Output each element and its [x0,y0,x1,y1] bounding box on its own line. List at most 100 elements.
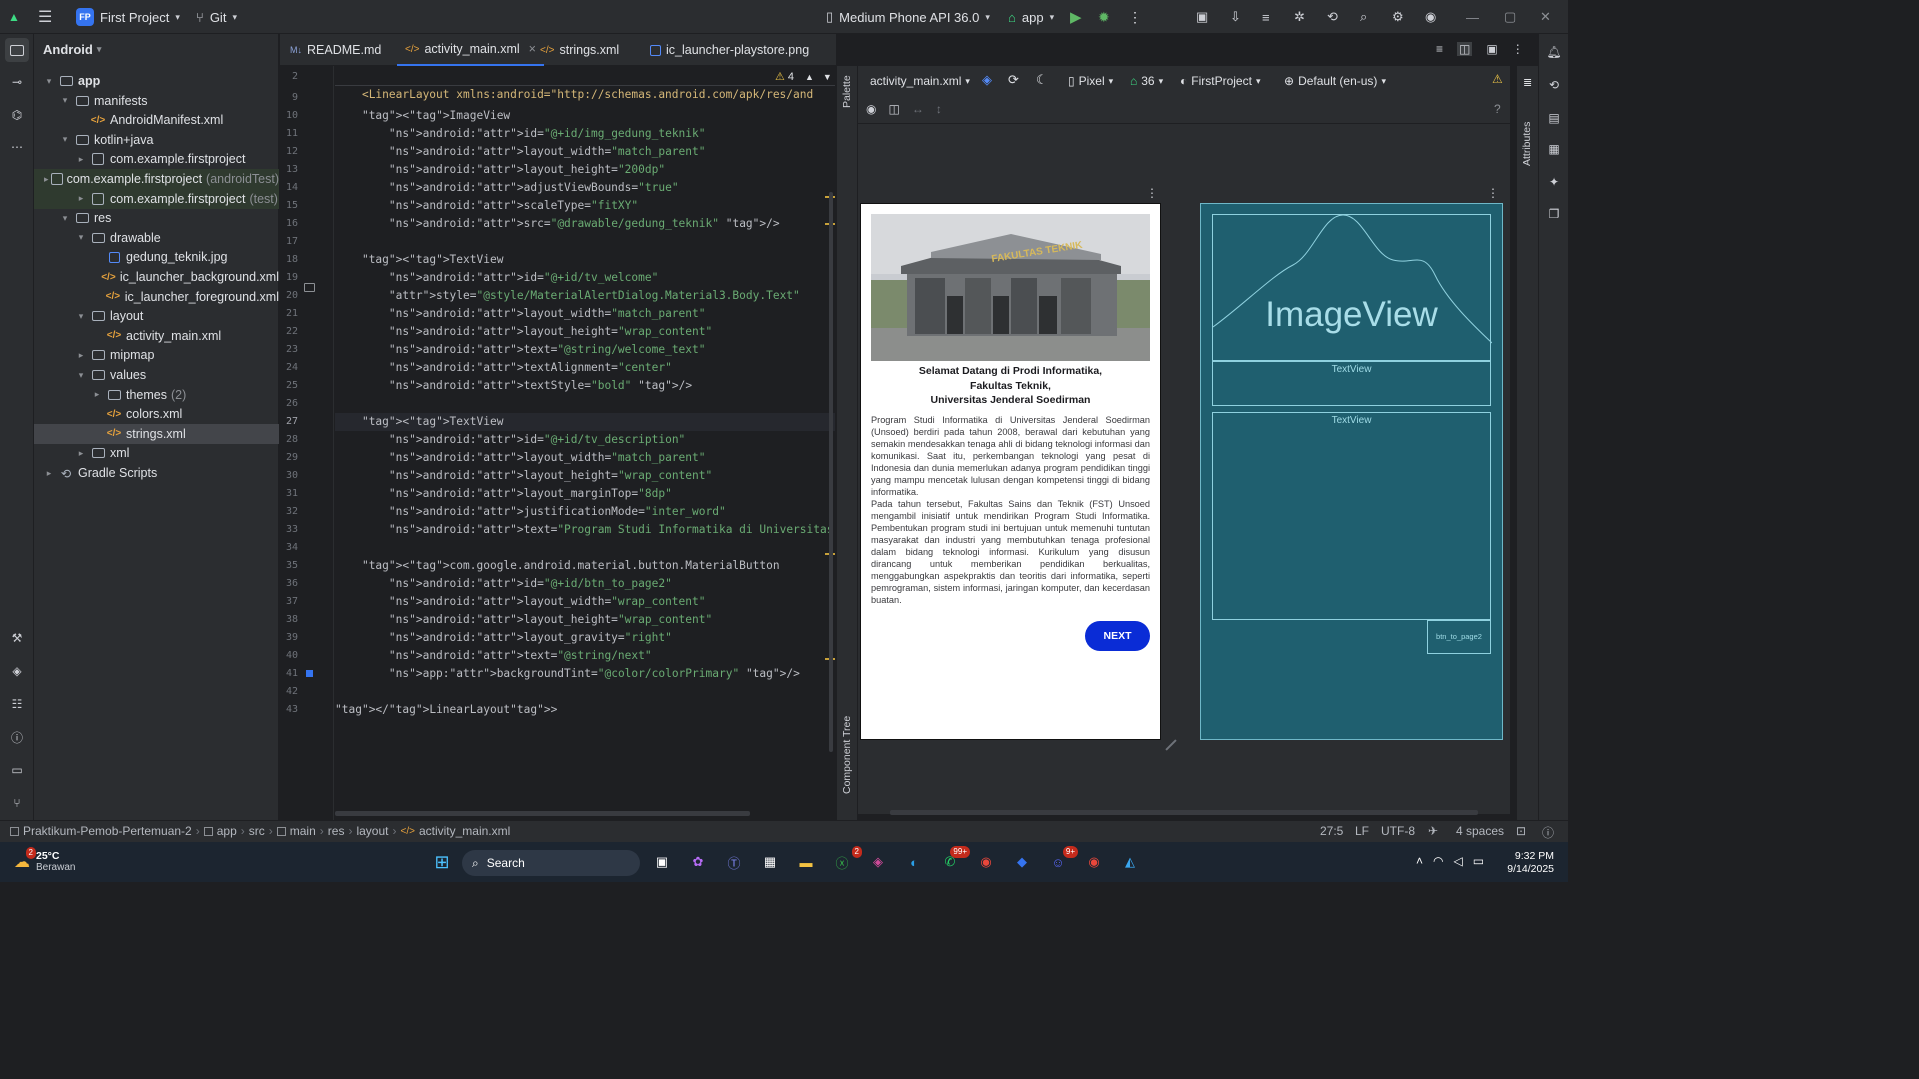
copilot-button[interactable]: ✿ [686,850,710,874]
maximize-button[interactable]: ▢ [1504,6,1516,28]
emulator-button[interactable]: ❐ [1542,202,1566,226]
logcat-tool-button[interactable]: ☷ [5,692,29,716]
volume-icon[interactable]: ◁ [1454,854,1463,868]
tab-readme[interactable]: M↓ README.md [282,34,389,66]
clock[interactable]: 9:32 PM 9/14/2025 [1500,850,1554,876]
code-line[interactable] [335,683,835,701]
code-line[interactable]: "ns">android:"attr">layout_width="wrap_c… [335,593,835,611]
tree-item[interactable]: ▸ com.example.firstproject (androidTest) [34,169,279,189]
build-tool-button[interactable]: ⚒ [5,626,29,650]
breadcrumb-item[interactable]: src [249,824,265,838]
code-line[interactable]: "ns">android:"attr">id="@+id/tv_descript… [335,431,835,449]
split-mode-icon[interactable]: ◫ [1457,42,1473,56]
close-window-button[interactable]: ✕ [1540,6,1551,28]
chevron-right-icon[interactable]: ▸ [74,350,88,361]
plugins-button[interactable]: ✲ [1294,6,1305,28]
building-image[interactable]: FAKULTAS TEKNIK [871,214,1150,361]
problems-tool-button[interactable]: ⓘ [5,725,29,749]
locale-selector[interactable]: ⊕ Default (en-us) ▾ [1284,74,1386,88]
tree-item[interactable]: </> AndroidManifest.xml [34,110,279,130]
account-button[interactable]: ◉ [1425,6,1436,28]
eye-icon[interactable]: ◉ [866,102,876,116]
chevron-right-icon[interactable]: ▸ [42,468,56,479]
more-vertical-icon[interactable]: ⋮ [1512,42,1524,56]
chevron-down-icon[interactable]: ▾ [42,76,56,87]
chrome-button[interactable]: ◉ [974,850,998,874]
code-line[interactable]: "ns">android:"attr">layout_height="wrap_… [335,611,835,629]
battery-icon[interactable]: ▭ [1473,854,1484,868]
tree-item[interactable]: ▸ xml [34,443,279,463]
api-selector[interactable]: ⌂ 36 ▾ [1130,74,1163,88]
preview-device-selector[interactable]: ▯ Pixel ▾ [1068,74,1113,88]
columns-icon[interactable]: ◫ [888,102,899,116]
attributes-toolbar-icon[interactable]: ≣ [1523,76,1532,89]
android-studio-button[interactable]: ◆ [1010,850,1034,874]
more-vertical-icon[interactable]: ⋮ [1146,186,1158,200]
tree-item[interactable]: </> activity_main.xml [34,326,279,346]
breadcrumb-item[interactable]: main [290,824,316,838]
chevron-down-icon[interactable]: ▾ [58,95,72,106]
device-selector[interactable]: ▯ Medium Phone API 36.0 ▾ [826,6,990,28]
task-view-button[interactable]: ▣ [650,850,674,874]
code-line[interactable]: "tag"><"tag">TextView [335,413,835,431]
breadcrumb-item[interactable]: layout [356,824,388,838]
tree-item[interactable]: </> colors.xml [34,404,279,424]
blueprint-preview[interactable]: ImageView TextView TextView btn_to_page2 [1200,203,1503,740]
chevron-down-icon[interactable]: ▾ [58,134,72,145]
vertical-scrollbar[interactable] [829,192,833,752]
main-menu-button[interactable]: ☰ [38,6,52,28]
blueprint-button[interactable]: btn_to_page2 [1427,620,1491,654]
tree-item[interactable]: </> ic_launcher_foreground.xml [34,287,279,307]
code-line[interactable]: "ns">android:"attr">layout_height="wrap_… [335,467,835,485]
design-surface-button[interactable]: ◈ [982,72,992,88]
lock-icon[interactable]: ⊡ [1516,824,1526,838]
inspection-widget[interactable]: ⚠ 4 ▲ ▼ [775,70,832,83]
structure-tool-button[interactable]: ⌬ [5,103,29,127]
orientation-button[interactable]: ⟳ [1008,72,1019,88]
code-line[interactable]: "tag"><"tag">TextView [335,251,835,269]
tab-strings[interactable]: </> strings.xml [532,34,627,66]
code-mode-icon[interactable]: ≡ [1436,42,1443,56]
color-swatch-icon[interactable] [306,670,313,677]
phone-preview[interactable]: FAKULTAS TEKNIK Selamat Datang di Prodi … [860,203,1161,740]
vertical-resize-icon[interactable]: ↕ [936,102,942,116]
code-line[interactable]: "ns">android:"attr">layout_height="200dp… [335,161,835,179]
design-warning-button[interactable]: ⚠ [1492,72,1503,86]
commit-tool-button[interactable]: ⊸ [5,70,29,94]
tree-item[interactable]: ▸ ⟲ Gradle Scripts [34,463,279,483]
palette-tab[interactable]: Palette [841,75,853,108]
settings-button[interactable]: ⚙ [1392,6,1404,28]
start-button[interactable]: ⊞ [430,850,454,874]
power-save-icon[interactable]: ✈ [1428,824,1438,838]
discord-button[interactable]: ☺ 9+ [1046,846,1078,874]
code-line[interactable]: "tag"><"tag">com.google.android.material… [335,557,835,575]
whatsapp-button[interactable]: ✆ 99+ [938,846,970,874]
tree-item[interactable]: ▾ kotlin+java [34,130,279,150]
edge-button[interactable]: ◐ [902,850,926,874]
tab-playstore-icon[interactable]: ic_launcher-playstore.png [642,34,817,66]
chevron-right-icon[interactable]: ▸ [74,448,88,459]
chevron-down-icon[interactable]: ▾ [58,213,72,224]
code-line[interactable] [335,395,835,413]
device-manager-button[interactable]: ▣ [1196,6,1208,28]
more-vertical-icon[interactable]: ⋮ [1487,186,1499,200]
minimize-button[interactable]: — [1466,6,1479,28]
breadcrumb-item[interactable]: res [328,824,345,838]
search-everywhere-button[interactable]: ⌕ [1360,6,1367,28]
code-line[interactable]: "ns">android:"attr">id="@+id/btn_to_page… [335,575,835,593]
next-button[interactable]: NEXT [1085,621,1150,651]
code-line[interactable]: "attr">style="@style/MaterialAlertDialog… [335,287,835,305]
proton-button[interactable]: ◈ [866,850,890,874]
project-selector[interactable]: FP First Project ▾ [76,6,180,28]
photos-button[interactable]: ◭ [1118,850,1142,874]
notifications-button[interactable]: 🔔︎ [1542,40,1566,64]
code-line[interactable] [335,233,835,251]
blueprint-textview-description[interactable]: TextView [1212,412,1491,620]
tree-item[interactable]: gedung_teknik.jpg [34,247,279,267]
project-view-selector[interactable]: Android ▾ [43,42,101,57]
tree-item[interactable]: ▸ com.example.firstproject [34,149,279,169]
code-line[interactable]: "ns">android:"attr">src="@drawable/gedun… [335,215,835,233]
tree-item[interactable]: ▸ themes (2) [34,385,279,405]
night-mode-button[interactable]: ☾ [1036,72,1048,88]
taskbar-search[interactable]: ⌕ Search [462,850,640,876]
